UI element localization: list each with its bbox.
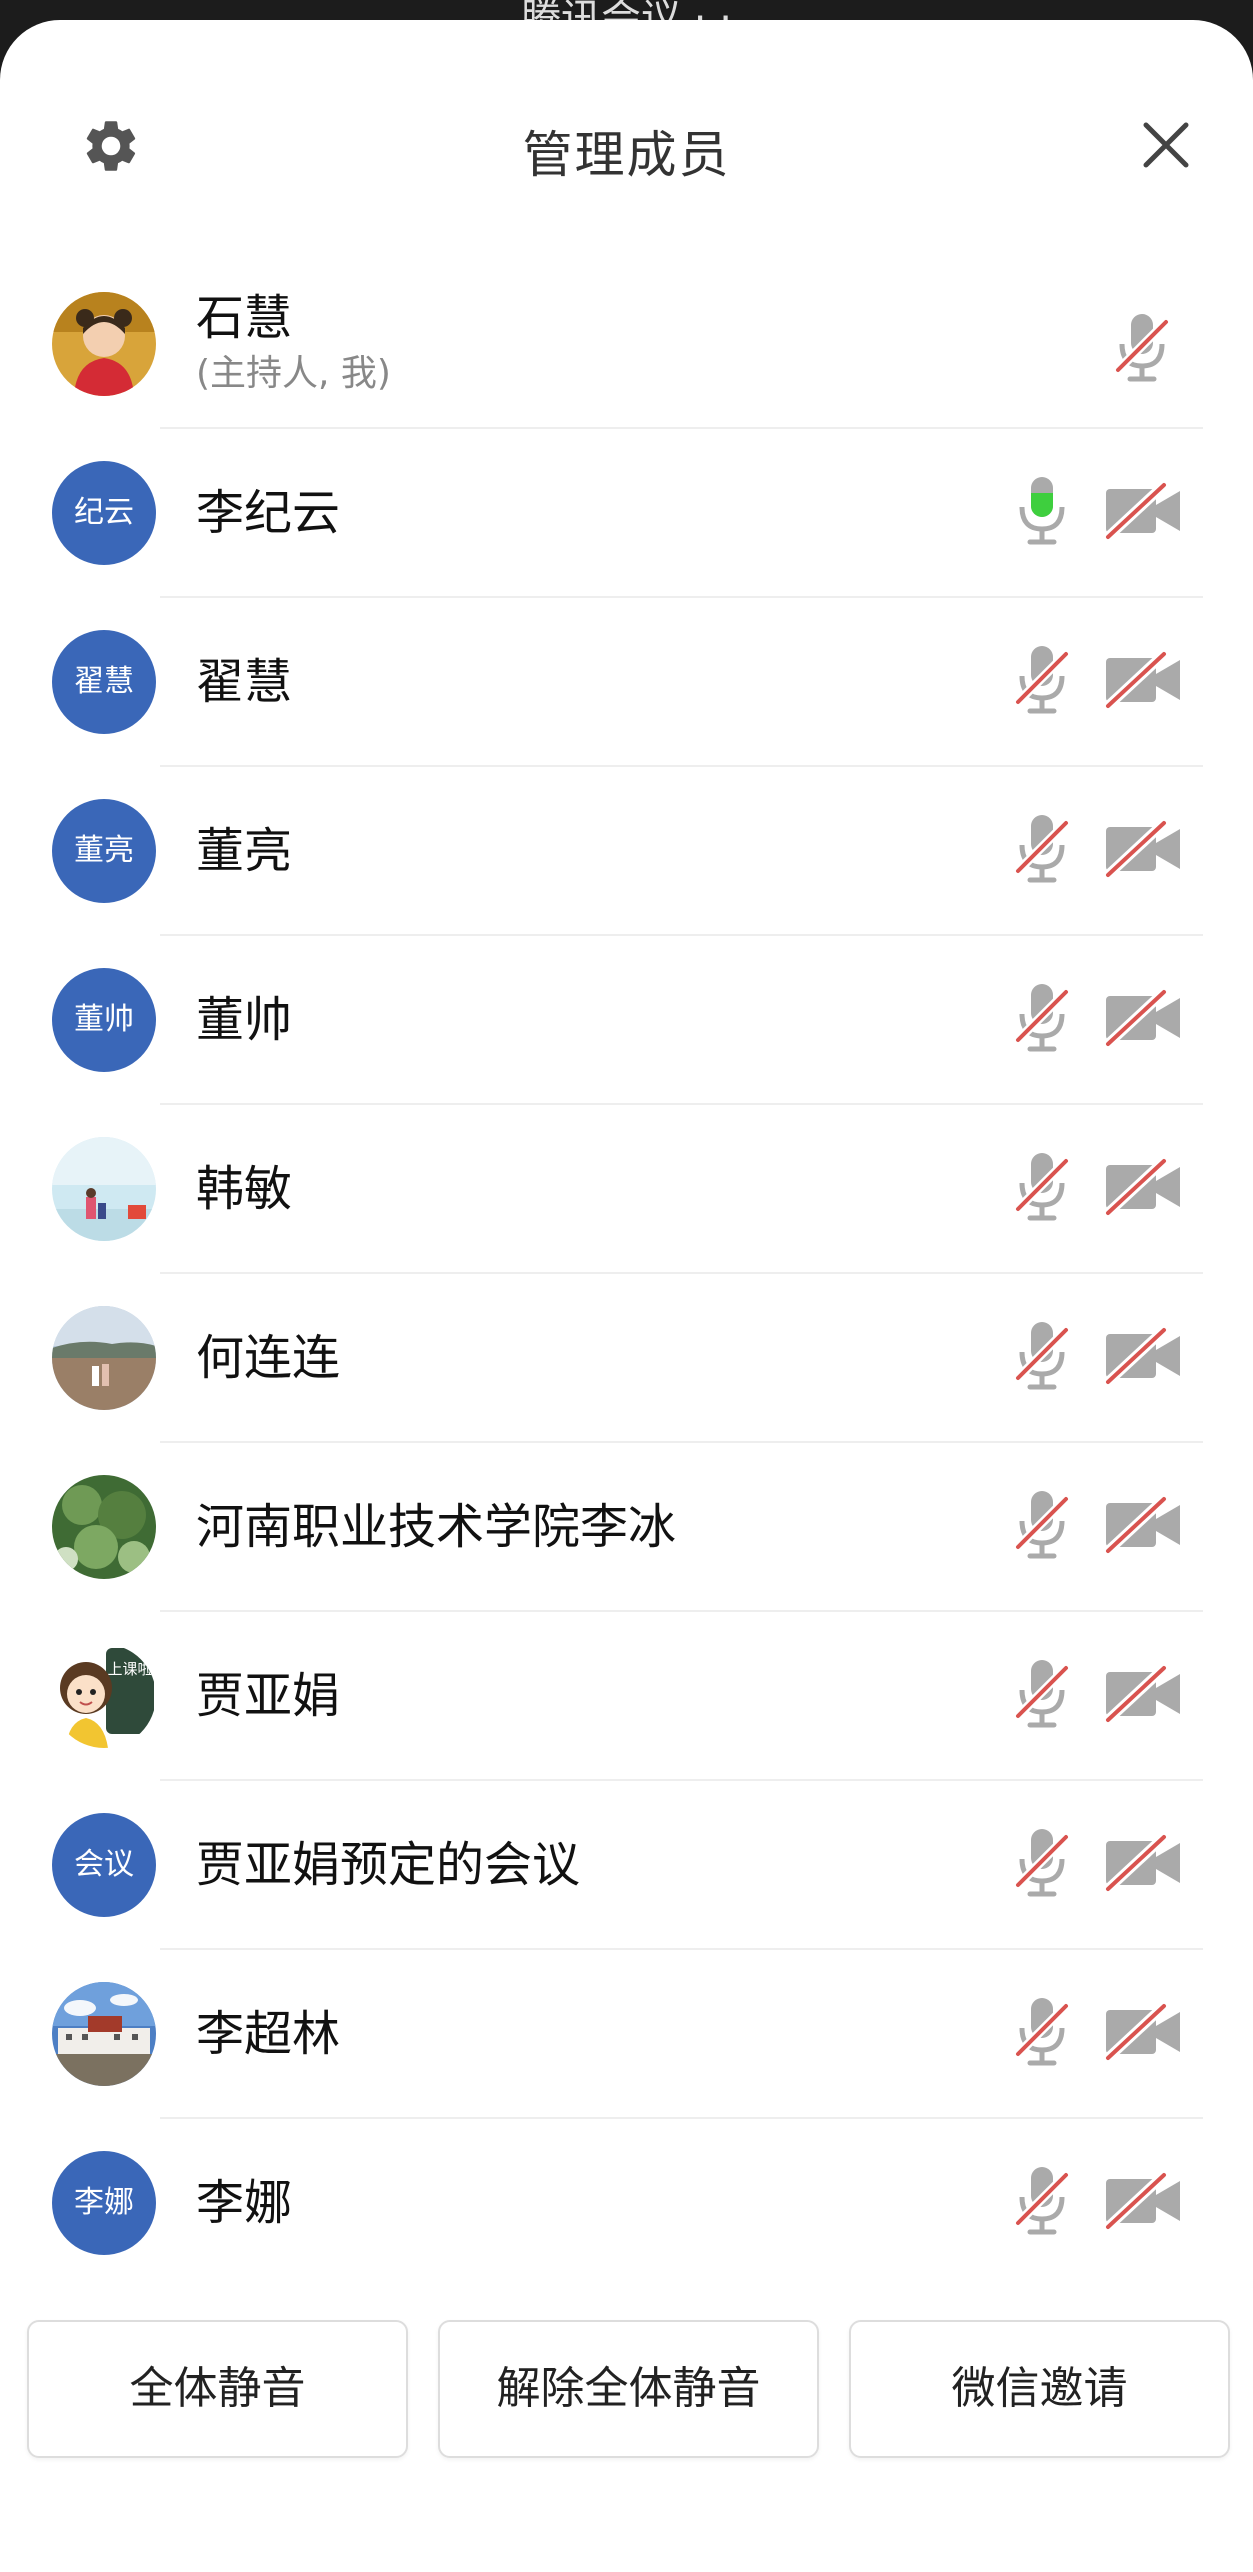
member-name: 何连连 (196, 1330, 341, 1386)
wechat-invite-button[interactable]: 微信邀请 (849, 2320, 1230, 2458)
member-name: 李超林 (196, 2006, 341, 2062)
unmute-all-button[interactable]: 解除全体静音 (438, 2320, 819, 2458)
member-name: 韩敏 (196, 1161, 293, 1217)
camera-off-icon[interactable] (1104, 988, 1182, 1048)
mic-muted-icon[interactable] (1012, 978, 1072, 1058)
camera-off-icon[interactable] (1104, 481, 1182, 541)
mic-muted-icon[interactable] (1012, 1485, 1072, 1565)
mic-muted-icon[interactable] (1012, 640, 1072, 720)
mic-muted-icon[interactable] (1112, 308, 1172, 388)
avatar: 会议 (52, 1813, 156, 1917)
avatar: 上课啦 (52, 1644, 156, 1748)
footer-actions: 全体静音 解除全体静音 微信邀请 (0, 2320, 1253, 2480)
member-role: (主持人, 我) (196, 353, 391, 394)
camera-off-icon[interactable] (1104, 1833, 1182, 1893)
camera-off-icon[interactable] (1104, 1326, 1182, 1386)
member-row[interactable]: 会议 贾亚娟预定的会议 (0, 1781, 1253, 1950)
member-list: 石慧 (主持人, 我) 纪云 李纪云 翟慧 翟慧 董亮 董亮 董帅 董帅 韩敏 … (0, 260, 1253, 2288)
mic-active-icon[interactable] (1012, 471, 1072, 551)
member-row[interactable]: 董亮 董亮 (0, 767, 1253, 936)
sheet-header: 管理成员 (0, 20, 1253, 250)
member-name: 董亮 (196, 823, 293, 879)
avatar (52, 1982, 156, 2086)
avatar (52, 292, 156, 396)
member-name: 河南职业技术学院李冰 (196, 1499, 677, 1555)
camera-off-icon[interactable] (1104, 1495, 1182, 1555)
member-row[interactable]: 韩敏 (0, 1105, 1253, 1274)
member-row[interactable]: 石慧 (主持人, 我) (0, 260, 1253, 429)
member-row[interactable]: 何连连 (0, 1274, 1253, 1443)
member-name: 李娜 (196, 2175, 293, 2231)
mic-muted-icon[interactable] (1012, 1992, 1072, 2072)
mic-muted-icon[interactable] (1012, 1823, 1072, 1903)
mute-all-button[interactable]: 全体静音 (27, 2320, 408, 2458)
mic-muted-icon[interactable] (1012, 1316, 1072, 1396)
member-name: 贾亚娟 (196, 1668, 341, 1724)
member-row[interactable]: 李娜 李娜 (0, 2119, 1253, 2288)
manage-members-sheet: 管理成员 石慧 (主持人, 我) 纪云 李纪云 翟慧 翟慧 董亮 董亮 董帅 董… (0, 20, 1253, 2572)
avatar (52, 1475, 156, 1579)
avatar: 李娜 (52, 2151, 156, 2255)
avatar: 董亮 (52, 799, 156, 903)
avatar: 纪云 (52, 461, 156, 565)
avatar (52, 1137, 156, 1241)
member-row[interactable]: 翟慧 翟慧 (0, 598, 1253, 767)
avatar-caption: 上课啦 (107, 1660, 152, 1678)
camera-off-icon[interactable] (1104, 819, 1182, 879)
mic-muted-icon[interactable] (1012, 1147, 1072, 1227)
member-name: 石慧 (196, 290, 293, 346)
mic-muted-icon[interactable] (1012, 809, 1072, 889)
member-name: 李纪云 (196, 485, 341, 541)
camera-off-icon[interactable] (1104, 1157, 1182, 1217)
camera-off-icon[interactable] (1104, 650, 1182, 710)
mic-muted-icon[interactable] (1012, 1654, 1072, 1734)
member-name: 董帅 (196, 992, 293, 1048)
member-row[interactable]: 上课啦 贾亚娟 (0, 1612, 1253, 1781)
close-icon[interactable] (1138, 117, 1194, 173)
member-name: 翟慧 (196, 654, 293, 710)
member-row[interactable]: 李超林 (0, 1950, 1253, 2119)
avatar: 董帅 (52, 968, 156, 1072)
camera-off-icon[interactable] (1104, 2002, 1182, 2062)
avatar: 翟慧 (52, 630, 156, 734)
camera-off-icon[interactable] (1104, 1664, 1182, 1724)
member-row[interactable]: 河南职业技术学院李冰 (0, 1443, 1253, 1612)
member-row[interactable]: 纪云 李纪云 (0, 429, 1253, 598)
mic-muted-icon[interactable] (1012, 2161, 1072, 2241)
member-name: 贾亚娟预定的会议 (196, 1837, 581, 1893)
member-row[interactable]: 董帅 董帅 (0, 936, 1253, 1105)
camera-off-icon[interactable] (1104, 2171, 1182, 2231)
page-title: 管理成员 (522, 126, 731, 184)
avatar (52, 1306, 156, 1410)
